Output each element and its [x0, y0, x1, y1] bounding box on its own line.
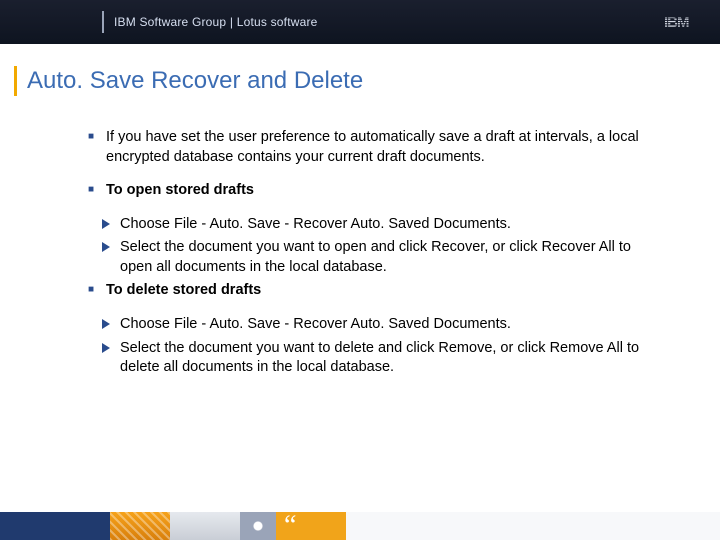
bullet-delete-step: Choose File - Auto. Save - Recover Auto.… [102, 315, 660, 335]
bullet-open-heading: To open stored drafts [88, 181, 660, 201]
ibm-logo-icon: IBM [664, 14, 704, 30]
slide-title: Auto. Save Recover and Delete [27, 67, 363, 95]
bullet-delete-step: Select the document you want to delete a… [102, 339, 660, 378]
content-area: If you have set the user preference to a… [0, 96, 720, 378]
footer-seg-dot [240, 512, 276, 540]
header-divider [102, 11, 104, 33]
title-row: Auto. Save Recover and Delete [0, 44, 720, 96]
bullet-open-step: Select the document you want to open and… [102, 238, 660, 277]
footer-seg-orange-texture [110, 512, 170, 540]
header-text: IBM Software Group | Lotus software [114, 15, 318, 29]
footer-seg-light [346, 512, 720, 540]
slide: IBM Software Group | Lotus software IBM … [0, 0, 720, 540]
quote-icon: “ [284, 510, 296, 540]
footer-seg-blue [0, 512, 110, 540]
header-bar: IBM Software Group | Lotus software IBM [0, 0, 720, 44]
footer-seg-grey [170, 512, 240, 540]
bullet-delete-heading: To delete stored drafts [88, 281, 660, 301]
footer-decoration: “ [0, 512, 720, 540]
svg-text:IBM: IBM [664, 14, 689, 30]
bullet-open-step: Choose File - Auto. Save - Recover Auto.… [102, 215, 660, 235]
bullet-intro: If you have set the user preference to a… [88, 128, 660, 167]
title-accent-bar [14, 66, 17, 96]
header-left: IBM Software Group | Lotus software [0, 0, 318, 44]
footer-seg-quote: “ [276, 512, 346, 540]
